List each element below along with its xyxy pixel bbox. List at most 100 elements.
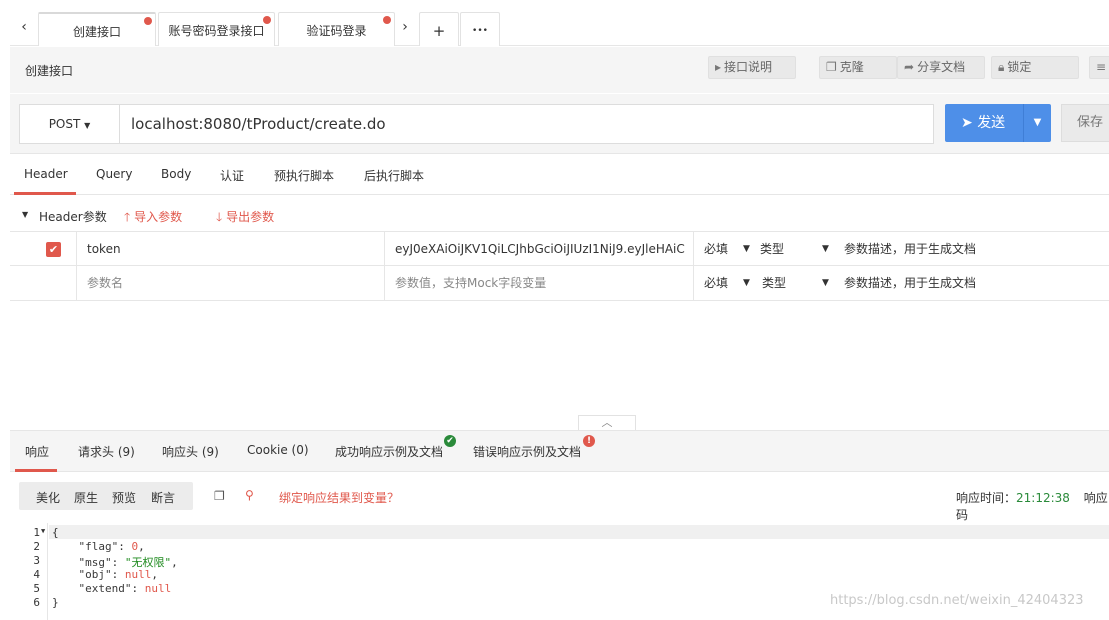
share-doc-button[interactable]: ➦ 分享文档 (897, 56, 985, 79)
tab-request-headers[interactable]: 请求头 (9) (78, 443, 135, 460)
table-row: ✔ token eyJ0eXAiOiJKV1QiLCJhbGciOiJIUzI1… (10, 231, 1109, 267)
tab-response[interactable]: 响应 (25, 443, 49, 460)
send-dropdown-icon[interactable]: ▼ (1023, 104, 1051, 142)
tab-auth[interactable]: 认证 (220, 167, 244, 184)
fold-caret-icon[interactable]: ▼ (41, 527, 45, 535)
chevron-down-icon[interactable]: ▼ (822, 232, 842, 267)
tab-header[interactable]: Header (24, 167, 68, 181)
line-number: 6 (33, 596, 40, 609)
unsaved-dot-icon (144, 17, 152, 25)
arrow-up-icon: 🡑 (124, 210, 131, 224)
request-tabs: Header Query Body 认证 预执行脚本 后执行脚本 (10, 155, 1109, 195)
tab-create-api[interactable]: 创建接口 (38, 12, 156, 46)
export-label: 导出参数 (226, 210, 275, 224)
add-tab-button[interactable]: + (419, 12, 459, 46)
line-number: 2 (33, 540, 40, 553)
code-line: "extend": null (78, 582, 172, 595)
method-label: POST (48, 117, 81, 131)
save-button[interactable]: 保存 (1061, 104, 1109, 142)
tab-response-headers[interactable]: 响应头 (9) (162, 443, 219, 460)
send-button[interactable]: ➤ 发送 ▼ (945, 104, 1051, 142)
code-line: "flag": 0, (78, 540, 145, 553)
button-label: 接口说明 (724, 60, 773, 74)
lock-button[interactable]: 🔒︎ 锁定 (991, 56, 1079, 79)
send-label: 发送 (977, 115, 1006, 131)
more-tabs-button[interactable]: ••• (460, 12, 500, 46)
table-row: 参数名 参数值，支持Mock字段变量 必填 ▼ 类型 ▼ 参数描述，用于生成文档 (10, 266, 1109, 301)
tab-code-login[interactable]: 验证码登录 (278, 12, 395, 46)
share-icon: ➦ (904, 60, 915, 74)
button-label: 锁定 (1007, 60, 1032, 74)
clone-button[interactable]: ❐ 克隆 (819, 56, 897, 79)
view-assert[interactable]: 断言 (151, 489, 175, 506)
database-icon: ≡ (1096, 60, 1107, 74)
tab-bar: ‹ 创建接口 账号密码登录接口 验证码登录 › + ••• (10, 0, 1109, 46)
collapse-caret-icon[interactable]: ▼ (22, 210, 28, 219)
active-tab-indicator (14, 192, 76, 195)
tab-next-icon[interactable]: › (391, 14, 419, 40)
play-icon: ▸ (715, 60, 722, 74)
tab-error-example[interactable]: 错误响应示例及文档 (473, 443, 581, 460)
line-number: 1 (33, 526, 40, 539)
export-params-button[interactable]: 🡓 导出参数 (216, 208, 274, 229)
enabled-checkbox[interactable]: ✔ (46, 242, 61, 257)
collapse-panel-button[interactable]: ︿ (578, 415, 636, 431)
param-value[interactable]: eyJ0eXAiOiJKV1QiLCJhbGciOiJIUzI1NiJ9.eyJ… (384, 232, 694, 267)
tab-cookie[interactable]: Cookie (0) (247, 443, 309, 457)
header-params-label: Header参数 (39, 210, 107, 224)
page-title: 创建接口 (25, 64, 74, 78)
bind-var-link[interactable]: 绑定响应结果到变量？ (279, 489, 399, 506)
copy-icon[interactable]: ❐ (214, 489, 225, 503)
tab-post-script[interactable]: 后执行脚本 (364, 167, 424, 184)
type-select[interactable]: 类型 (762, 266, 822, 301)
tab-query[interactable]: Query (96, 167, 132, 181)
param-description[interactable]: 参数描述，用于生成文档 (844, 266, 1094, 301)
line-number: 4 (33, 568, 40, 581)
view-pretty[interactable]: 美化 (36, 489, 60, 506)
tab-label: 验证码登录 (306, 24, 367, 38)
url-box: POST ▼ (19, 104, 934, 144)
unsaved-dot-icon (383, 16, 391, 24)
chevron-down-icon[interactable]: ▼ (822, 266, 842, 301)
param-name-placeholder[interactable]: 参数名 (76, 266, 384, 301)
search-icon[interactable]: ⚲ (245, 488, 254, 502)
method-select[interactable]: POST ▼ (20, 105, 120, 143)
type-select[interactable]: 类型 (760, 232, 820, 267)
param-value-placeholder[interactable]: 参数值，支持Mock字段变量 (384, 266, 694, 301)
tab-label: 创建接口 (72, 25, 121, 39)
line-gutter: 1 ▼ 2 3 4 5 6 (10, 523, 48, 620)
chevron-up-icon: ︿ (601, 416, 613, 429)
chevron-down-icon[interactable]: ▼ (743, 266, 763, 301)
response-time: 响应时间：21:12:38 响应码 (956, 489, 1109, 523)
check-icon: ✔ (444, 435, 456, 447)
response-view-bar: 美化 原生 预览 断言 ❐ ⚲ 绑定响应结果到变量？ 响应时间：21:12:38… (10, 473, 1109, 523)
tab-success-example[interactable]: 成功响应示例及文档 (335, 443, 443, 460)
view-mode-group: 美化 原生 预览 断言 (19, 482, 193, 510)
api-doc-button[interactable]: ▸ 接口说明 (708, 56, 796, 79)
param-description[interactable]: 参数描述，用于生成文档 (844, 232, 1094, 267)
tab-password-login[interactable]: 账号密码登录接口 (158, 12, 275, 46)
tab-prev-icon[interactable]: ‹ (10, 14, 38, 40)
header-params-bar: ▼ Header参数 🡑 导入参数 🡓 导出参数 (10, 205, 610, 225)
response-time-value: 21:12:38 (1016, 491, 1070, 505)
import-label: 导入参数 (134, 210, 183, 224)
error-icon: ! (583, 435, 595, 447)
code-line: } (52, 596, 59, 609)
import-params-button[interactable]: 🡑 导入参数 (124, 208, 182, 229)
param-name[interactable]: token (76, 232, 384, 267)
button-label: 分享文档 (917, 60, 966, 74)
send-icon: ➤ (961, 115, 973, 131)
tab-body[interactable]: Body (161, 167, 191, 181)
database-button[interactable]: ≡ (1089, 56, 1109, 79)
lock-icon: 🔒︎ (998, 60, 1005, 74)
code-line: "obj": null, (78, 568, 159, 581)
code-line: { (52, 526, 59, 539)
url-input[interactable] (131, 114, 921, 134)
request-url-bar: POST ▼ ➤ 发送 ▼ 保存 (10, 94, 1109, 154)
copy-icon: ❐ (826, 60, 837, 74)
view-raw[interactable]: 原生 (74, 489, 98, 506)
response-time-label: 响应时间： (956, 491, 1017, 505)
tab-pre-script[interactable]: 预执行脚本 (274, 167, 334, 184)
active-line-highlight (49, 525, 1109, 539)
view-preview[interactable]: 预览 (112, 489, 136, 506)
